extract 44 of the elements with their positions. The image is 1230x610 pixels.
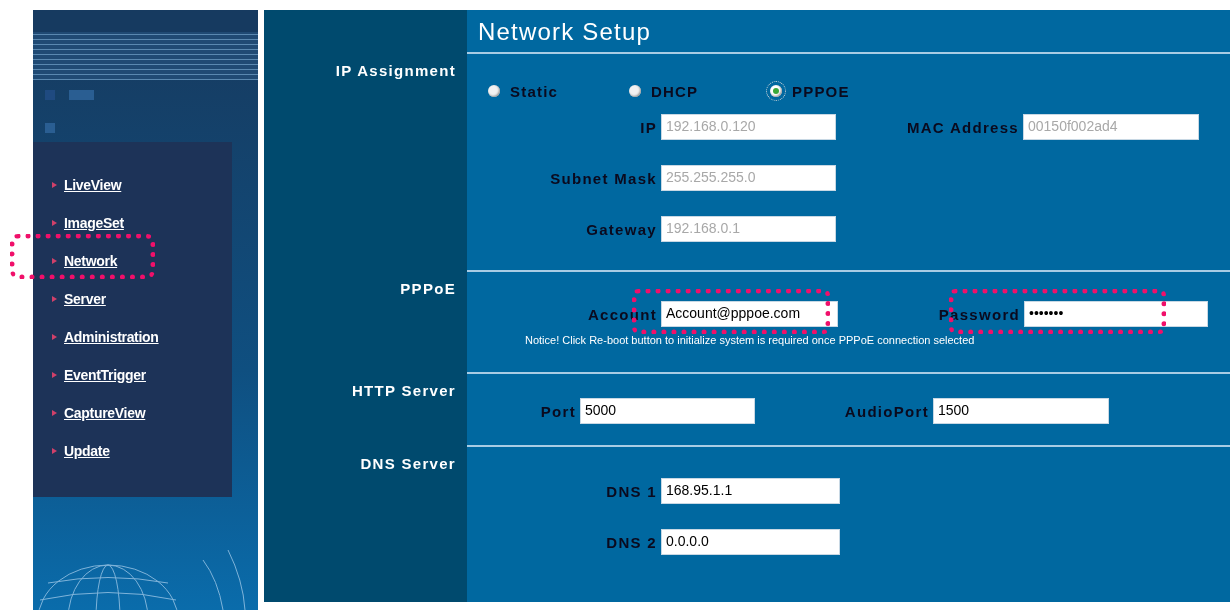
tile-icon: [45, 90, 55, 100]
section-heading: DNS Server: [359, 454, 457, 472]
bullet-icon: [52, 334, 57, 340]
bullet-icon: [52, 372, 57, 378]
nav-link[interactable]: LiveView: [64, 177, 122, 193]
bullet-icon: [52, 448, 57, 454]
input-field[interactable]: 168.95.1.1: [661, 478, 840, 504]
nav-link[interactable]: EventTrigger: [64, 367, 146, 383]
nav-link[interactable]: ImageSet: [64, 215, 124, 231]
section-heading: PPPoE: [399, 279, 457, 297]
field-label: Subnet Mask: [549, 169, 657, 187]
nav-link[interactable]: Administration: [64, 329, 159, 345]
radio-button[interactable]: [488, 85, 500, 97]
tile-icon: [45, 123, 55, 133]
radio-button[interactable]: [629, 85, 641, 97]
bullet-icon: [52, 182, 57, 188]
nav-link[interactable]: Server: [64, 291, 106, 307]
field-label: AudioPort: [843, 402, 929, 420]
nav-link[interactable]: CaptureView: [64, 405, 146, 421]
nav-link[interactable]: Network: [64, 253, 118, 269]
section-heading: IP Assignment: [334, 61, 457, 79]
bullet-icon: [52, 296, 57, 302]
input-field[interactable]: 1500: [933, 398, 1109, 424]
bullet-icon: [52, 258, 57, 264]
tile-icon: [69, 90, 94, 100]
field-label: Port: [539, 402, 576, 420]
section-heading: HTTP Server: [350, 381, 457, 399]
field-label: Account: [586, 305, 657, 323]
bullet-icon: [52, 410, 57, 416]
input-field[interactable]: Account@pppoe.com: [661, 301, 838, 327]
nav-link[interactable]: Update: [64, 443, 110, 459]
input-field[interactable]: 5000: [580, 398, 755, 424]
field-label: IP: [639, 118, 657, 136]
field-label: MAC Address: [905, 118, 1019, 136]
radio-button[interactable]: [770, 85, 782, 97]
field-label: DNS 2: [605, 533, 657, 551]
bullet-icon: [52, 220, 57, 226]
field-label: DNS 1: [605, 482, 657, 500]
field-label: Gateway: [585, 220, 657, 238]
input-field[interactable]: •••••••: [1024, 301, 1208, 327]
notice-text: Notice! Click Re-boot button to initialize system is required once PPPoE connection selected: [525, 334, 976, 346]
input-field[interactable]: 0.0.0.0: [661, 529, 840, 555]
page-title: Network Setup: [477, 17, 652, 47]
field-label: Password: [937, 305, 1020, 323]
